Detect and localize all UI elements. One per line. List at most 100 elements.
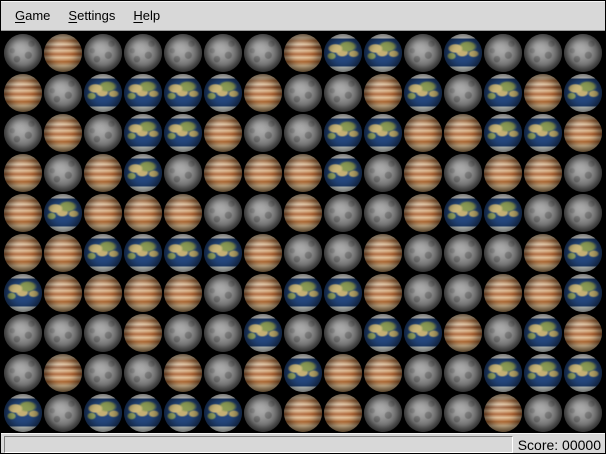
cell-jupiter[interactable]: [123, 193, 163, 233]
cell-moon[interactable]: [563, 33, 603, 73]
cell-moon[interactable]: [163, 33, 203, 73]
cell-jupiter[interactable]: [243, 233, 283, 273]
cell-moon[interactable]: [83, 33, 123, 73]
cell-jupiter[interactable]: [523, 73, 563, 113]
cell-earth[interactable]: [83, 73, 123, 113]
cell-jupiter[interactable]: [43, 233, 83, 273]
ball-moon[interactable]: [444, 274, 482, 312]
cell-moon[interactable]: [203, 353, 243, 393]
ball-earth[interactable]: [284, 354, 322, 392]
ball-earth[interactable]: [324, 34, 362, 72]
ball-moon[interactable]: [564, 34, 602, 72]
cell-moon[interactable]: [203, 313, 243, 353]
ball-moon[interactable]: [84, 314, 122, 352]
ball-moon[interactable]: [164, 154, 202, 192]
cell-jupiter[interactable]: [483, 153, 523, 193]
ball-earth[interactable]: [284, 274, 322, 312]
ball-jupiter[interactable]: [124, 314, 162, 352]
cell-earth[interactable]: [563, 233, 603, 273]
ball-moon[interactable]: [4, 114, 42, 152]
ball-jupiter[interactable]: [364, 74, 402, 112]
ball-moon[interactable]: [124, 34, 162, 72]
cell-earth[interactable]: [443, 33, 483, 73]
ball-jupiter[interactable]: [164, 194, 202, 232]
ball-jupiter[interactable]: [4, 194, 42, 232]
cell-jupiter[interactable]: [243, 73, 283, 113]
ball-jupiter[interactable]: [244, 234, 282, 272]
ball-moon[interactable]: [84, 34, 122, 72]
cell-jupiter[interactable]: [163, 193, 203, 233]
ball-earth[interactable]: [204, 74, 242, 112]
cell-moon[interactable]: [403, 273, 443, 313]
cell-earth[interactable]: [203, 73, 243, 113]
cell-earth[interactable]: [83, 393, 123, 433]
cell-jupiter[interactable]: [283, 33, 323, 73]
ball-jupiter[interactable]: [244, 274, 282, 312]
ball-earth[interactable]: [204, 234, 242, 272]
cell-moon[interactable]: [323, 193, 363, 233]
cell-jupiter[interactable]: [83, 273, 123, 313]
cell-moon[interactable]: [3, 353, 43, 393]
ball-moon[interactable]: [444, 154, 482, 192]
ball-moon[interactable]: [564, 394, 602, 432]
cell-moon[interactable]: [403, 33, 443, 73]
cell-jupiter[interactable]: [363, 353, 403, 393]
ball-earth[interactable]: [524, 114, 562, 152]
cell-moon[interactable]: [443, 233, 483, 273]
ball-jupiter[interactable]: [484, 154, 522, 192]
ball-moon[interactable]: [244, 34, 282, 72]
ball-moon[interactable]: [284, 234, 322, 272]
ball-moon[interactable]: [204, 314, 242, 352]
ball-jupiter[interactable]: [284, 194, 322, 232]
ball-moon[interactable]: [524, 394, 562, 432]
ball-earth[interactable]: [204, 394, 242, 432]
cell-moon[interactable]: [83, 113, 123, 153]
cell-earth[interactable]: [403, 73, 443, 113]
ball-jupiter[interactable]: [44, 234, 82, 272]
cell-moon[interactable]: [483, 233, 523, 273]
ball-earth[interactable]: [84, 234, 122, 272]
cell-earth[interactable]: [563, 273, 603, 313]
cell-earth[interactable]: [203, 393, 243, 433]
cell-jupiter[interactable]: [483, 393, 523, 433]
cell-jupiter[interactable]: [283, 393, 323, 433]
cell-moon[interactable]: [443, 393, 483, 433]
ball-jupiter[interactable]: [244, 154, 282, 192]
ball-earth[interactable]: [444, 194, 482, 232]
ball-moon[interactable]: [324, 194, 362, 232]
cell-earth[interactable]: [323, 33, 363, 73]
cell-moon[interactable]: [243, 33, 283, 73]
ball-earth[interactable]: [404, 314, 442, 352]
ball-jupiter[interactable]: [564, 314, 602, 352]
cell-jupiter[interactable]: [443, 313, 483, 353]
ball-moon[interactable]: [484, 314, 522, 352]
cell-earth[interactable]: [83, 233, 123, 273]
cell-jupiter[interactable]: [563, 113, 603, 153]
ball-moon[interactable]: [484, 34, 522, 72]
cell-earth[interactable]: [563, 73, 603, 113]
cell-jupiter[interactable]: [83, 153, 123, 193]
ball-jupiter[interactable]: [164, 354, 202, 392]
cell-moon[interactable]: [3, 113, 43, 153]
cell-moon[interactable]: [443, 273, 483, 313]
cell-jupiter[interactable]: [363, 273, 403, 313]
cell-jupiter[interactable]: [403, 153, 443, 193]
cell-earth[interactable]: [283, 353, 323, 393]
cell-moon[interactable]: [283, 313, 323, 353]
cell-moon[interactable]: [43, 73, 83, 113]
ball-jupiter[interactable]: [4, 74, 42, 112]
cell-jupiter[interactable]: [403, 193, 443, 233]
ball-moon[interactable]: [204, 34, 242, 72]
cell-moon[interactable]: [43, 153, 83, 193]
cell-earth[interactable]: [163, 233, 203, 273]
ball-earth[interactable]: [164, 234, 202, 272]
cell-moon[interactable]: [523, 33, 563, 73]
cell-earth[interactable]: [43, 193, 83, 233]
cell-jupiter[interactable]: [123, 313, 163, 353]
cell-jupiter[interactable]: [43, 33, 83, 73]
cell-earth[interactable]: [123, 393, 163, 433]
ball-moon[interactable]: [364, 154, 402, 192]
cell-moon[interactable]: [203, 193, 243, 233]
cell-moon[interactable]: [363, 153, 403, 193]
cell-earth[interactable]: [483, 113, 523, 153]
